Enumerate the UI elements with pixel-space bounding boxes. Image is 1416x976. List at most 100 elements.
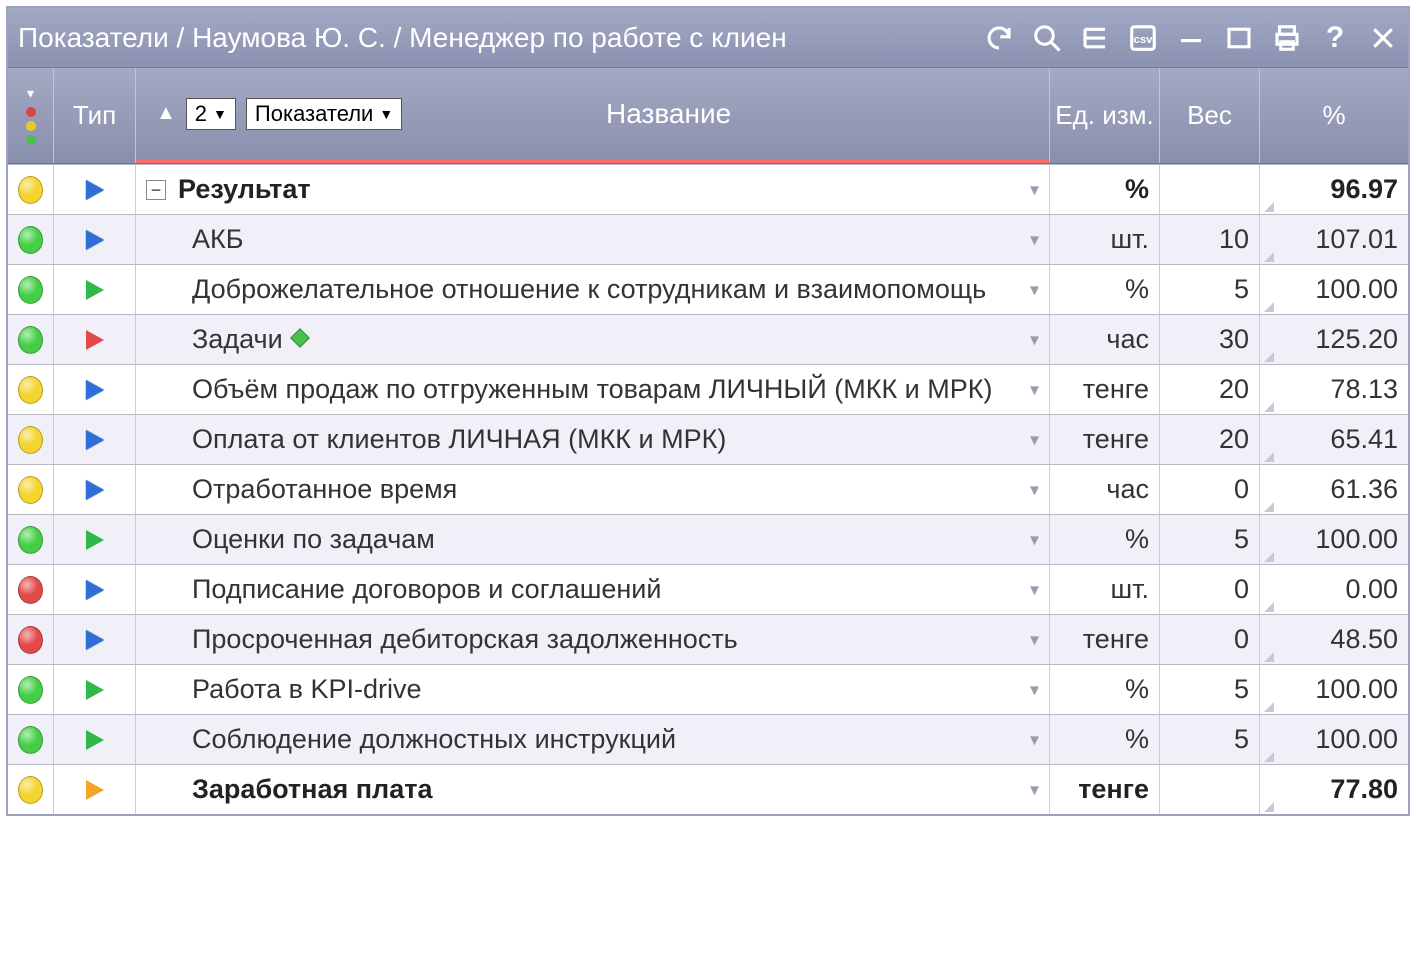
collapse-icon[interactable]: − — [146, 180, 166, 200]
row-menu-icon[interactable]: ▾ — [1030, 579, 1039, 600]
name-cell[interactable]: Доброжелательное отношение к сотрудникам… — [136, 265, 1050, 314]
close-icon[interactable] — [1368, 23, 1398, 53]
status-dot-icon — [18, 626, 43, 654]
table-row[interactable]: Работа в KPI-drive▾%5100.00 — [8, 664, 1408, 714]
table-row[interactable]: АКБ▾шт.10107.01 — [8, 214, 1408, 264]
play-triangle-icon — [86, 230, 104, 250]
unit-cell: тенге — [1050, 765, 1160, 814]
window-title: Показатели / Наумова Ю. С. / Менеджер по… — [18, 22, 984, 54]
row-menu-icon[interactable]: ▾ — [1030, 429, 1039, 450]
row-menu-icon[interactable]: ▾ — [1030, 529, 1039, 550]
row-menu-icon[interactable]: ▾ — [1030, 179, 1039, 200]
percent-value: 125.20 — [1315, 324, 1398, 355]
row-menu-icon[interactable]: ▾ — [1030, 379, 1039, 400]
name-cell[interactable]: АКБ▾ — [136, 215, 1050, 264]
status-dot-icon — [18, 726, 43, 754]
tree-icon[interactable] — [1080, 23, 1110, 53]
percent-value: 61.36 — [1330, 474, 1398, 505]
col-weight[interactable]: Вес — [1160, 68, 1260, 163]
table-row[interactable]: −Результат▾%96.97 — [8, 164, 1408, 214]
percent-cell: 61.36 — [1260, 465, 1408, 514]
row-menu-icon[interactable]: ▾ — [1030, 779, 1039, 800]
col-unit[interactable]: Ед. изм. — [1050, 68, 1160, 163]
name-cell[interactable]: Объём продаж по отгруженным товарам ЛИЧН… — [136, 365, 1050, 414]
row-menu-icon[interactable]: ▾ — [1030, 279, 1039, 300]
col-name[interactable]: ▲ 2 ▼ Показатели ▼ Название — [136, 68, 1050, 163]
unit-cell: % — [1050, 715, 1160, 764]
status-dot-icon — [18, 276, 43, 304]
table-row[interactable]: Оценки по задачам▾%5100.00 — [8, 514, 1408, 564]
unit-cell: % — [1050, 265, 1160, 314]
col-type[interactable]: Тип — [54, 68, 136, 163]
search-icon[interactable] — [1032, 23, 1062, 53]
minimize-icon[interactable] — [1176, 23, 1206, 53]
name-cell[interactable]: Соблюдение должностных инструкций▾ — [136, 715, 1050, 764]
col-type-label: Тип — [73, 100, 116, 131]
name-cell[interactable]: Отработанное время▾ — [136, 465, 1050, 514]
refresh-icon[interactable] — [984, 23, 1014, 53]
unit-cell: час — [1050, 465, 1160, 514]
name-cell[interactable]: Задачи ▾ — [136, 315, 1050, 364]
percent-value: 0.00 — [1345, 574, 1398, 605]
row-menu-icon[interactable]: ▾ — [1030, 229, 1039, 250]
status-cell — [8, 715, 54, 764]
row-name: Задачи — [192, 324, 283, 355]
print-icon[interactable] — [1272, 23, 1302, 53]
type-cell — [54, 165, 136, 214]
corner-mark-icon — [1264, 252, 1274, 262]
weight-cell — [1160, 165, 1260, 214]
row-menu-icon[interactable]: ▾ — [1030, 479, 1039, 500]
filter-dropdown[interactable]: Показатели ▼ — [246, 98, 402, 130]
play-triangle-icon — [86, 280, 104, 300]
type-cell — [54, 515, 136, 564]
maximize-icon[interactable] — [1224, 23, 1254, 53]
row-name: Заработная плата — [192, 774, 432, 805]
name-cell[interactable]: Заработная плата ▾ — [136, 765, 1050, 814]
unit-cell: шт. — [1050, 215, 1160, 264]
play-triangle-icon — [86, 630, 104, 650]
row-menu-icon[interactable]: ▾ — [1030, 679, 1039, 700]
table-row[interactable]: Оплата от клиентов ЛИЧНАЯ (МКК и МРК)▾те… — [8, 414, 1408, 464]
unit-cell: шт. — [1050, 565, 1160, 614]
table-row[interactable]: Соблюдение должностных инструкций▾%5100.… — [8, 714, 1408, 764]
play-triangle-icon — [86, 380, 104, 400]
percent-cell: 96.97 — [1260, 165, 1408, 214]
type-cell — [54, 465, 136, 514]
status-dot-icon — [18, 226, 43, 254]
unit-cell: час — [1050, 315, 1160, 364]
level-dropdown[interactable]: 2 ▼ — [186, 98, 236, 130]
row-menu-icon[interactable]: ▾ — [1030, 629, 1039, 650]
status-cell — [8, 515, 54, 564]
csv-icon[interactable]: csv — [1128, 23, 1158, 53]
table-row[interactable]: Объём продаж по отгруженным товарам ЛИЧН… — [8, 364, 1408, 414]
table-row[interactable]: Доброжелательное отношение к сотрудникам… — [8, 264, 1408, 314]
type-cell — [54, 265, 136, 314]
table-row[interactable]: Заработная плата ▾ тенге 77.80 — [8, 764, 1408, 814]
name-cell[interactable]: Подписание договоров и соглашений ▾ — [136, 565, 1050, 614]
percent-cell: 107.01 — [1260, 215, 1408, 264]
status-dot-icon — [18, 376, 43, 404]
row-menu-icon[interactable]: ▾ — [1030, 729, 1039, 750]
name-cell[interactable]: Работа в KPI-drive▾ — [136, 665, 1050, 714]
help-icon[interactable]: ? — [1320, 23, 1350, 53]
percent-value: 107.01 — [1315, 224, 1398, 255]
table-row[interactable]: Просроченная дебиторская задолженность▾т… — [8, 614, 1408, 664]
row-name: Результат — [178, 174, 311, 205]
name-cell[interactable]: Оплата от клиентов ЛИЧНАЯ (МКК и МРК) ▾ — [136, 415, 1050, 464]
name-cell[interactable]: Оценки по задачам▾ — [136, 515, 1050, 564]
col-status[interactable]: ▾ — [8, 68, 54, 163]
play-triangle-icon — [86, 580, 104, 600]
row-name: Подписание договоров и соглашений — [192, 574, 661, 605]
sort-asc-icon[interactable]: ▲ — [156, 102, 176, 125]
table-row[interactable]: Подписание договоров и соглашений▾шт.00.… — [8, 564, 1408, 614]
corner-mark-icon — [1264, 552, 1274, 562]
col-percent[interactable]: % — [1260, 68, 1408, 163]
row-name: Оплата от клиентов ЛИЧНАЯ (МКК и МРК) — [192, 424, 726, 455]
name-cell[interactable]: Просроченная дебиторская задолженность▾ — [136, 615, 1050, 664]
table-row[interactable]: Отработанное время▾час061.36 — [8, 464, 1408, 514]
name-cell[interactable]: −Результат ▾ — [136, 165, 1050, 214]
row-menu-icon[interactable]: ▾ — [1030, 329, 1039, 350]
table-row[interactable]: Задачи▾час30125.20 — [8, 314, 1408, 364]
type-cell — [54, 665, 136, 714]
percent-cell: 77.80 — [1260, 765, 1408, 814]
